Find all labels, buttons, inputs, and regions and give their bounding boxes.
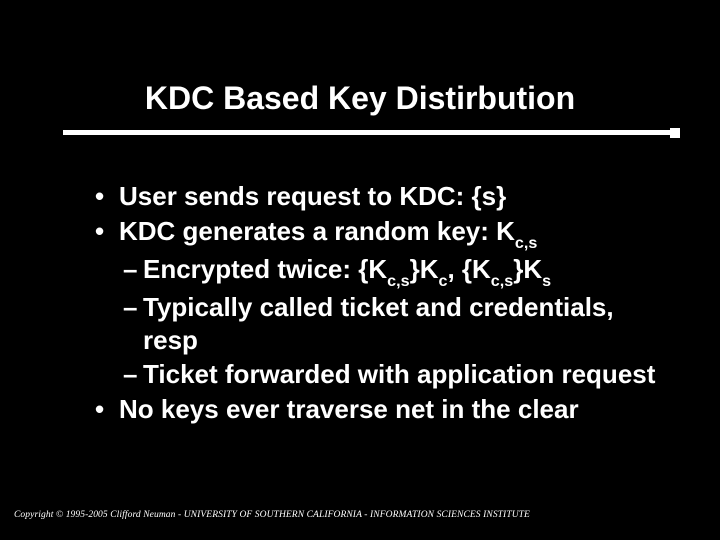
- slide: KDC Based Key Distirbution • User sends …: [0, 0, 720, 540]
- dash-icon: –: [123, 291, 143, 356]
- dash-3: – Ticket forwarded with application requ…: [123, 358, 660, 391]
- dash-3-text: Ticket forwarded with application reques…: [143, 358, 655, 391]
- bullet-dot-icon: •: [95, 215, 119, 251]
- title-underline: [0, 130, 720, 138]
- underline-bar: [63, 130, 670, 135]
- bullet-3-text: No keys ever traverse net in the clear: [119, 393, 579, 426]
- body-text: • User sends request to KDC: {s} • KDC g…: [95, 180, 660, 427]
- dash-2-text: Typically called ticket and credentials,…: [143, 291, 660, 356]
- dash-icon: –: [123, 253, 143, 289]
- b2-a: KDC generates a random key: K: [119, 216, 515, 246]
- d1b: }K: [410, 254, 439, 284]
- d1s1: c,s: [387, 272, 409, 290]
- d1c: , {K: [447, 254, 490, 284]
- d1s3: c,s: [491, 272, 513, 290]
- dash-2: – Typically called ticket and credential…: [123, 291, 660, 356]
- title-area: KDC Based Key Distirbution: [0, 80, 720, 117]
- d1s2: c: [438, 272, 447, 290]
- dash-icon: –: [123, 358, 143, 391]
- d1a: Encrypted twice: {K: [143, 254, 387, 284]
- bullet-dot-icon: •: [95, 393, 119, 426]
- bullet-2-text: KDC generates a random key: Kc,s: [119, 215, 537, 251]
- d1d: }K: [513, 254, 542, 284]
- footer-copyright: Copyright © 1995-2005 Clifford Neuman - …: [14, 510, 530, 520]
- underline-notch: [670, 128, 680, 138]
- bullet-2: • KDC generates a random key: Kc,s: [95, 215, 660, 251]
- bullet-1-text: User sends request to KDC: {s}: [119, 180, 506, 213]
- bullet-3: • No keys ever traverse net in the clear: [95, 393, 660, 426]
- b2-sub: c,s: [515, 234, 537, 252]
- bullet-dot-icon: •: [95, 180, 119, 213]
- slide-title: KDC Based Key Distirbution: [145, 80, 575, 117]
- dash-1-text: Encrypted twice: {Kc,s}Kc, {Kc,s}Ks: [143, 253, 551, 289]
- d1s4: s: [542, 272, 551, 290]
- dash-1: – Encrypted twice: {Kc,s}Kc, {Kc,s}Ks: [123, 253, 660, 289]
- bullet-1: • User sends request to KDC: {s}: [95, 180, 660, 213]
